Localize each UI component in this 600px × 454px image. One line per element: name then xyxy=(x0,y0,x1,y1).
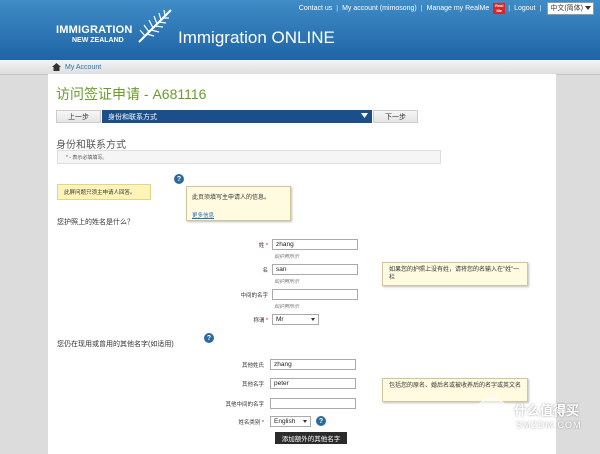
help-icon[interactable]: ? xyxy=(174,174,184,184)
middle-name-label: 中间的名字 xyxy=(240,293,268,299)
title-label: 称谓 * xyxy=(253,318,268,324)
breadcrumb: My Account xyxy=(0,60,600,75)
app-title: Immigration ONLINE xyxy=(178,28,335,47)
surname-hint: 如护照所示 xyxy=(274,254,300,260)
other-middle-name-input[interactable] xyxy=(270,398,356,409)
watermark-domain: SMZDM.COM xyxy=(516,420,582,430)
manage-realme-link[interactable]: Manage my RealMe xyxy=(427,5,490,12)
home-icon[interactable] xyxy=(52,63,61,71)
chevron-down-icon xyxy=(585,5,591,10)
watermark-text: 什么值得买 xyxy=(514,403,580,418)
my-account-link[interactable]: My account (mimosong) xyxy=(342,5,417,12)
nav-separator: | xyxy=(336,4,339,12)
given-name-input[interactable]: san xyxy=(272,264,358,275)
other-middle-name-label: 其他中间的名字 xyxy=(225,402,264,408)
site-header: Contact us | My account (mimosong) | Man… xyxy=(0,0,600,60)
contact-link[interactable]: Contact us xyxy=(299,5,332,12)
smzdm-watermark: 值 什么值得买 SMZDM.COM xyxy=(474,392,600,448)
principal-applicant-note: 此屏问题只须主申请人回答。 xyxy=(57,184,151,200)
nav-separator: | xyxy=(539,4,542,12)
page-title: 访问签证申请 - A681116 xyxy=(56,86,207,102)
other-surname-label: 其他姓氏 xyxy=(241,363,264,369)
section-title: 身份和联系方式 xyxy=(56,140,126,151)
brand-line2: NEW ZEALAND xyxy=(72,37,124,44)
logout-link[interactable]: Logout xyxy=(514,5,535,12)
name-type-value: English xyxy=(274,418,296,425)
realme-logo-icon[interactable]: Real Me xyxy=(493,2,506,14)
language-value: 中文(简体) xyxy=(550,5,583,12)
immigration-nz-logo[interactable]: IMMIGRATION NEW ZEALAND xyxy=(56,24,133,44)
top-nav: Contact us | My account (mimosong) | Man… xyxy=(295,1,594,15)
info-tooltip: 此页须填写主申请人的信息。 更多信息 xyxy=(186,186,291,221)
name-type-label: 姓名类别 * xyxy=(238,420,264,426)
next-step-button[interactable]: 下一步 xyxy=(373,110,418,123)
required-note-text: * - 表示必填填写。 xyxy=(66,154,108,161)
previous-step-button[interactable]: 上一步 xyxy=(56,110,101,123)
help-icon[interactable]: ? xyxy=(204,333,214,343)
chevron-down-icon xyxy=(361,113,368,118)
tooltip-text: 此页须填写主申请人的信息。 xyxy=(192,195,271,201)
other-surname-input[interactable]: zhang xyxy=(270,359,356,370)
name-type-select[interactable]: English xyxy=(270,416,311,427)
brand-line1: IMMIGRATION xyxy=(56,24,133,36)
title-select-value: Mr xyxy=(276,316,284,323)
given-name-hint: 如护照所示 xyxy=(274,279,300,285)
step-navigation: 上一步 身份和联系方式 下一步 xyxy=(56,110,552,123)
surname-input[interactable]: zhang xyxy=(272,239,358,250)
middle-name-hint: 如护照所示 xyxy=(274,304,300,310)
add-other-name-button[interactable]: 添加额外的其他名字 xyxy=(275,432,347,444)
other-given-name-label: 其他名字 xyxy=(241,382,264,388)
help-icon[interactable]: ? xyxy=(316,416,326,426)
nav-separator: | xyxy=(508,4,511,12)
required-note: * - 表示必填填写。 xyxy=(57,150,441,164)
language-select[interactable]: 中文(简体) xyxy=(547,1,594,15)
other-given-name-input[interactable]: peter xyxy=(270,378,356,389)
silver-fern-icon xyxy=(138,9,172,43)
other-names-question: 您仍在现用或曾用的其他名字(如适用) xyxy=(57,341,174,348)
nav-separator: | xyxy=(420,4,423,12)
step-select[interactable]: 身份和联系方式 xyxy=(102,110,372,123)
surname-label: 姓 * xyxy=(258,243,268,249)
step-select-value: 身份和联系方式 xyxy=(108,113,157,121)
middle-name-input[interactable] xyxy=(272,289,358,300)
given-name-label: 名 xyxy=(262,268,268,274)
more-info-link[interactable]: 更多信息 xyxy=(192,211,214,219)
title-select[interactable]: Mr xyxy=(272,314,319,325)
smzdm-logo-icon: 值 xyxy=(474,398,510,434)
breadcrumb-my-account[interactable]: My Account xyxy=(65,64,101,71)
surname-tooltip: 如果您的护照上没有姓，请将您的名输入在"姓"一栏 xyxy=(382,262,528,286)
chevron-down-icon xyxy=(311,318,315,321)
passport-name-question: 您护照上的姓名是什么？ xyxy=(57,219,134,226)
chevron-down-icon xyxy=(303,420,307,423)
